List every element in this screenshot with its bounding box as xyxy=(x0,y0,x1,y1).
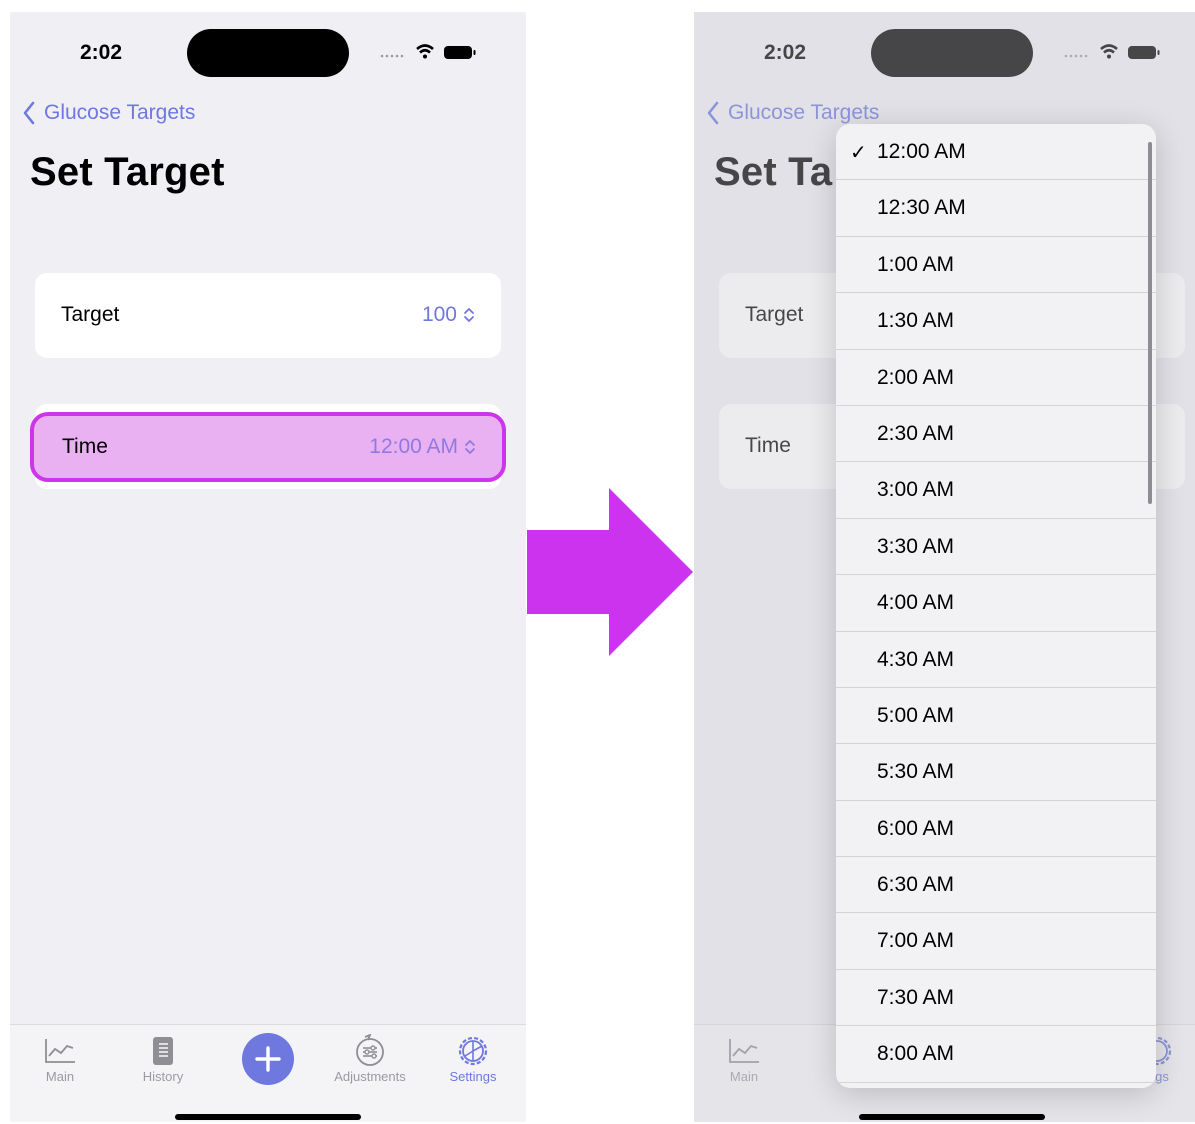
time-dropdown-menu[interactable]: ✓ 12:00 AM 12:30 AM 1:00 AM 1:30 AM 2:00 AM 2:… xyxy=(836,124,1156,1088)
time-value: 12:00 AM xyxy=(369,435,458,458)
chevron-up-down-icon xyxy=(465,440,475,454)
time-option-label: 12:00 AM xyxy=(877,140,966,163)
tab-history-label: History xyxy=(142,1069,184,1084)
time-option-label: 6:30 AM xyxy=(877,873,955,897)
time-option[interactable]: 3:00 AM xyxy=(836,462,1156,519)
time-option[interactable]: 2:30 AM xyxy=(836,406,1156,463)
time-option-label: 3:00 AM xyxy=(877,478,955,502)
time-option[interactable]: 5:30 AM xyxy=(836,744,1156,801)
status-icons xyxy=(380,44,476,59)
tab-bar: Main History Adjustments Settings xyxy=(10,1024,526,1122)
page-title: Set Target xyxy=(30,150,225,194)
time-option[interactable]: 2:00 AM xyxy=(836,350,1156,406)
time-option-label: 12:30 AM xyxy=(877,196,966,220)
phone-before: 2:02 Glucose Targets Set Target Target 1… xyxy=(10,12,526,1122)
time-option-label: 8:00 AM xyxy=(877,1042,955,1066)
back-button-label: Glucose Targets xyxy=(44,101,196,124)
adjustments-icon xyxy=(356,1034,384,1066)
time-option[interactable]: 3:30 AM xyxy=(836,519,1156,576)
time-option-label: 4:30 AM xyxy=(877,647,955,671)
time-option-label: 3:30 AM xyxy=(877,534,955,558)
back-button[interactable]: Glucose Targets xyxy=(22,98,195,128)
time-option-label: 7:30 AM xyxy=(877,985,955,1009)
time-option-label: 5:00 AM xyxy=(877,703,955,727)
phone-after: 2:02 Glucose Targets Set Ta Target Time … xyxy=(694,12,1195,1122)
tab-adjustments[interactable]: Adjustments xyxy=(325,1033,415,1084)
time-option-label: 4:00 AM xyxy=(877,591,955,615)
home-indicator xyxy=(175,1114,361,1120)
status-time: 2:02 xyxy=(80,41,123,64)
tab-adjustments-label: Adjustments xyxy=(334,1069,406,1084)
plus-icon xyxy=(255,1046,281,1072)
time-options-list: ✓ 12:00 AM 12:30 AM 1:00 AM 1:30 AM 2:00 AM 2:… xyxy=(836,124,1156,1083)
tab-main[interactable]: Main xyxy=(15,1033,105,1084)
tab-history[interactable]: History xyxy=(118,1033,208,1084)
time-option[interactable]: 1:00 AM xyxy=(836,237,1156,294)
tab-settings[interactable]: Settings xyxy=(428,1033,518,1084)
book-icon xyxy=(153,1037,173,1065)
tab-main-label: Main xyxy=(45,1069,75,1084)
checkmark-icon: ✓ xyxy=(850,142,867,164)
time-option[interactable]: 5:00 AM xyxy=(836,688,1156,745)
time-option[interactable]: 6:30 AM xyxy=(836,857,1156,914)
time-option-label: 1:30 AM xyxy=(877,309,955,333)
time-option-label: 2:00 AM xyxy=(877,365,955,389)
time-option[interactable]: 4:30 AM xyxy=(836,632,1156,688)
target-label: Target xyxy=(61,303,120,326)
time-label: Time xyxy=(62,435,108,458)
dynamic-island xyxy=(187,29,349,77)
time-option-label: 1:00 AM xyxy=(877,252,955,276)
time-option-label: 7:00 AM xyxy=(877,929,955,953)
transition-arrow-icon xyxy=(527,488,693,656)
chart-line-icon xyxy=(45,1039,75,1063)
time-option[interactable]: 6:00 AM xyxy=(836,801,1156,858)
time-picker[interactable]: 12:00 AM xyxy=(369,435,476,459)
time-option[interactable]: 7:30 AM xyxy=(836,970,1156,1027)
time-option[interactable]: 12:30 AM xyxy=(836,180,1156,237)
time-option[interactable]: 1:30 AM xyxy=(836,293,1156,350)
add-button[interactable] xyxy=(242,1033,294,1085)
time-row[interactable]: Time 12:00 AM xyxy=(30,412,506,482)
time-option[interactable]: ✓ 12:00 AM xyxy=(836,124,1156,181)
chevron-up-down-icon xyxy=(464,308,474,322)
target-value: 100 xyxy=(421,303,457,326)
time-option[interactable]: 8:00 AM xyxy=(836,1026,1156,1083)
gear-icon xyxy=(458,1036,488,1066)
home-indicator xyxy=(859,1114,1045,1120)
tab-settings-label: Settings xyxy=(449,1069,497,1084)
target-picker[interactable]: 100 xyxy=(422,303,475,327)
time-option-label: 6:00 AM xyxy=(877,816,955,840)
time-option[interactable]: 4:00 AM xyxy=(836,575,1156,632)
time-option-label: 2:30 AM xyxy=(877,421,955,445)
target-row[interactable]: Target 100 xyxy=(35,273,501,358)
time-option[interactable]: 7:00 AM xyxy=(836,913,1156,970)
time-option-label: 5:30 AM xyxy=(877,760,955,784)
menu-scrollbar[interactable] xyxy=(1148,142,1152,504)
chevron-left-icon xyxy=(23,101,35,125)
